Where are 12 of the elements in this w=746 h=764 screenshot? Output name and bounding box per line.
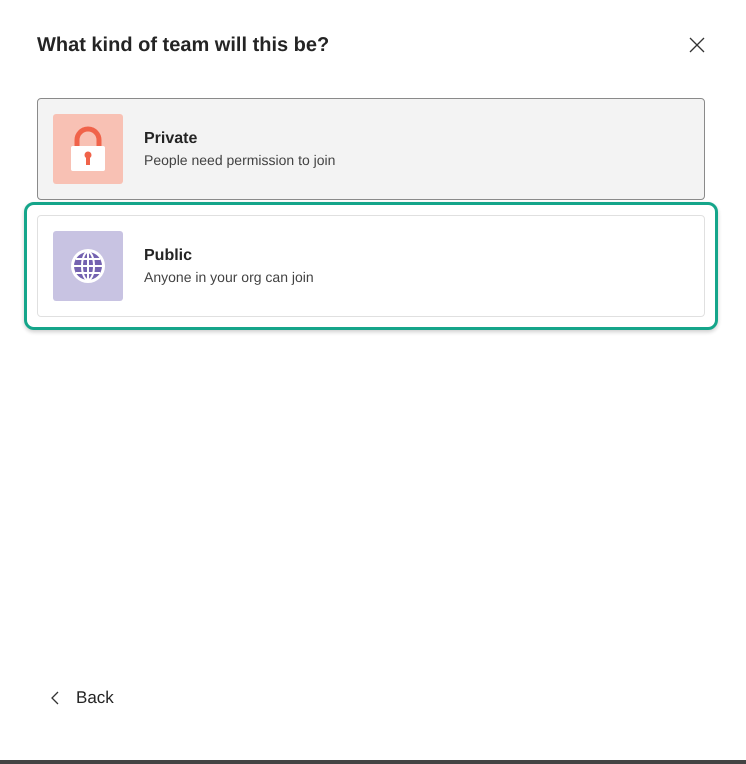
team-type-option[interactable]: Public Anyone in your org can join — [37, 215, 705, 317]
dialog-title: What kind of team will this be? — [37, 34, 330, 56]
close-icon — [688, 36, 706, 54]
option-description: Anyone in your org can join — [144, 269, 314, 285]
option-title: Private — [144, 130, 198, 148]
padlock-icon — [53, 114, 123, 184]
globe-icon — [53, 231, 123, 301]
option-description: People need permission to join — [144, 152, 336, 168]
back-button[interactable]: Back — [46, 684, 118, 712]
team-type-option[interactable]: Private People need permission to join — [37, 98, 705, 200]
chevron-left-icon — [50, 691, 60, 705]
option-title: Public — [144, 247, 194, 265]
